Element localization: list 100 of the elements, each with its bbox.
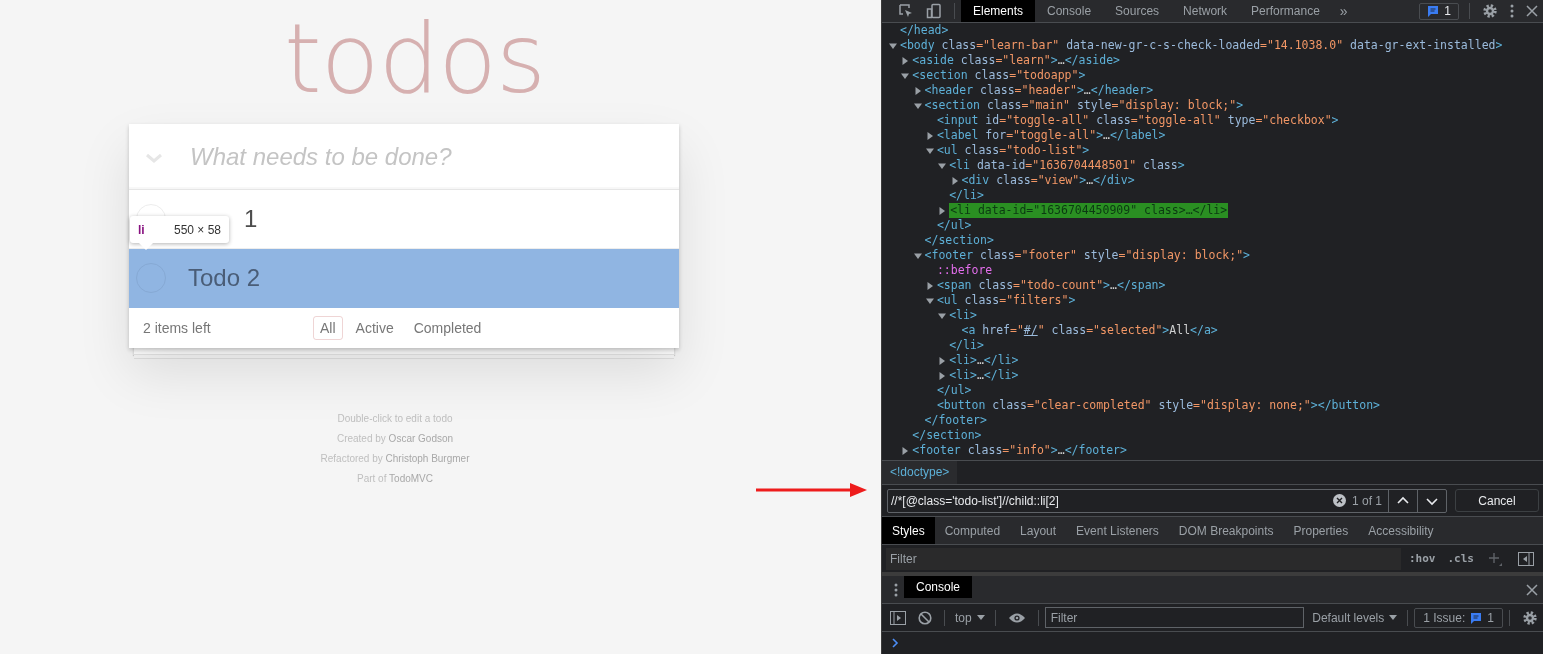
more-tabs-button[interactable]: »	[1331, 3, 1356, 19]
caret-icon	[1389, 614, 1398, 621]
device-toolbar-icon[interactable]	[926, 3, 942, 19]
log-levels-dropdown[interactable]: Default levels	[1308, 610, 1402, 625]
expand-arrow-icon[interactable]	[938, 311, 947, 320]
panel-tab[interactable]: Network	[1171, 0, 1240, 22]
styles-pane-tab[interactable]: Properties	[1283, 517, 1359, 544]
expand-arrow-icon[interactable]	[913, 101, 922, 110]
dom-node-line[interactable]: <li data-id="1636704448501" class>	[949, 158, 1185, 173]
panel-tab[interactable]: Console	[1035, 0, 1104, 22]
items-left-count: 2 items left	[143, 320, 211, 336]
styles-pane-tab[interactable]: Computed	[934, 517, 1011, 544]
clear-console-icon[interactable]	[918, 610, 932, 625]
dom-node-line[interactable]: </section>	[912, 428, 982, 443]
dom-node-line[interactable]: </head>	[900, 23, 949, 38]
dom-node-line[interactable]: <a href="#/" class="selected">All</a>	[961, 323, 1218, 338]
expand-arrow-icon[interactable]	[938, 371, 947, 380]
expand-arrow-icon[interactable]	[925, 296, 934, 305]
drawer-menu-icon[interactable]	[894, 582, 898, 597]
expand-arrow-icon[interactable]	[938, 356, 947, 365]
console-settings-icon[interactable]	[1522, 609, 1538, 626]
inspect-icon[interactable]	[898, 3, 914, 19]
caret-icon	[976, 614, 985, 621]
match-count: 1 of 1	[1351, 493, 1382, 508]
drawer-tab[interactable]: Console	[904, 576, 973, 598]
sidebar-toggle-icon[interactable]	[1518, 551, 1534, 566]
prompt-chevron-icon[interactable]	[892, 638, 899, 648]
class-toggle[interactable]: .cls	[1443, 552, 1478, 565]
styles-pane-tab[interactable]: Event Listeners	[1066, 517, 1169, 544]
search-input[interactable]: //*[@class='todo-list']//child::li[2]	[888, 493, 1327, 508]
dom-node-line[interactable]: <span class="todo-count">…</span>	[936, 278, 1166, 293]
dom-node-line[interactable]: <section class="todoapp">	[912, 68, 1086, 83]
clear-icon[interactable]	[1332, 494, 1346, 507]
expand-arrow-icon[interactable]	[938, 161, 947, 170]
dom-node-line[interactable]: <section class="main" style="display: block;">	[924, 98, 1244, 113]
dom-node-line[interactable]: </footer>	[924, 413, 987, 428]
message-icon	[1470, 611, 1483, 624]
dom-node-line[interactable]: <footer class="info">…</footer>	[912, 443, 1127, 458]
close-icon[interactable]	[1526, 5, 1538, 17]
search-field[interactable]: //*[@class='todo-list']//child::li[2] 1 of 1	[887, 488, 1447, 513]
dom-node-line[interactable]: <button class="clear-completed" style="display: none;"></button>	[936, 398, 1381, 413]
expand-arrow-icon[interactable]	[901, 71, 910, 80]
message-icon	[1427, 5, 1440, 17]
tooltip-tag: li	[138, 222, 145, 237]
more-options-icon[interactable]	[1510, 4, 1514, 18]
expand-arrow-icon[interactable]	[913, 251, 922, 260]
dom-node-line[interactable]: </li>	[949, 188, 984, 203]
settings-icon[interactable]	[1482, 3, 1498, 19]
dom-node-line[interactable]: </li>	[949, 338, 984, 353]
dom-node-line[interactable]: </ul>	[936, 383, 972, 398]
styles-pane-tab[interactable]: Accessibility	[1358, 517, 1444, 544]
app-title: todos	[284, 4, 546, 117]
styles-filter-field[interactable]: Filter	[886, 547, 1401, 570]
issues-button[interactable]: 1 Issue: 1	[1414, 607, 1503, 628]
panel-tab[interactable]: Performance	[1239, 0, 1332, 22]
expand-arrow-icon[interactable]	[889, 41, 897, 50]
tooltip-size: 550 × 58	[173, 222, 221, 237]
dom-node-line[interactable]: ::before	[936, 263, 993, 278]
dom-node-line[interactable]: <header class="header">…</header>	[924, 83, 1154, 98]
hover-state-toggle[interactable]: :hov	[1405, 552, 1440, 565]
dom-node-line[interactable]: </ul>	[936, 218, 972, 233]
styles-pane-tab[interactable]: Styles	[882, 517, 935, 544]
filter-link[interactable]: Active	[348, 316, 401, 340]
expand-arrow-icon[interactable]	[925, 146, 934, 155]
dom-node-line[interactable]: <input id="toggle-all" class="toggle-all" type="checkbox">	[936, 113, 1339, 128]
filter-link[interactable]: All	[313, 316, 343, 340]
dom-node-line[interactable]: <li>…</li>	[949, 368, 1019, 383]
dom-node-line[interactable]: <aside class="learn">…</aside>	[912, 53, 1121, 68]
dom-node-line[interactable]: <div class="view">…</div>	[961, 173, 1135, 188]
breadcrumb-item[interactable]: <!doctype>	[882, 461, 958, 484]
context-dropdown[interactable]: top	[951, 610, 989, 625]
filter-link[interactable]: Completed	[406, 316, 489, 340]
expand-arrow-icon[interactable]	[901, 446, 910, 455]
toggle-all-chevron-icon[interactable]	[145, 151, 163, 164]
console-filter-field[interactable]: Filter	[1044, 607, 1305, 628]
cancel-button[interactable]: Cancel	[1455, 489, 1539, 512]
close-drawer-icon[interactable]	[1526, 583, 1538, 596]
dom-node-line[interactable]: </section>	[924, 233, 994, 248]
dom-node-line[interactable]: <ul class="todo-list">	[936, 143, 1090, 158]
expand-arrow-icon[interactable]	[901, 56, 910, 65]
dom-node-line[interactable]: <li>	[949, 308, 977, 323]
expand-arrow-icon[interactable]	[950, 176, 959, 185]
styles-pane-tab[interactable]: Layout	[1010, 517, 1067, 544]
dom-node-line[interactable]: <ul class="filters">	[936, 293, 1076, 308]
expand-arrow-icon[interactable]	[925, 281, 934, 290]
dom-node-line[interactable]: <li>…</li>	[949, 353, 1019, 368]
dom-node-line[interactable]: <footer class="footer" style="display: block;">	[924, 248, 1251, 263]
expand-arrow-icon[interactable]	[938, 206, 947, 215]
expand-arrow-icon[interactable]	[925, 131, 934, 140]
dom-node-line[interactable]: <label for="toggle-all">…</label>	[936, 128, 1166, 143]
new-todo-field[interactable]: What needs to be done?	[188, 141, 662, 172]
panel-tab[interactable]: Elements	[961, 0, 1036, 22]
expand-arrow-icon[interactable]	[913, 86, 922, 95]
console-sidebar-icon[interactable]	[890, 610, 906, 625]
eye-icon[interactable]	[1007, 611, 1026, 624]
styles-pane-tab[interactable]: DOM Breakpoints	[1168, 517, 1284, 544]
issues-badge[interactable]: 1	[1419, 2, 1459, 20]
dom-node-line[interactable]: <body class="learn-bar" data-new-gr-c-s-check-loaded="14.1038.0" data-gr-ext-installed>	[900, 38, 1503, 53]
panel-tab[interactable]: Sources	[1103, 0, 1172, 22]
new-rule-plus-icon[interactable]	[1488, 551, 1502, 566]
